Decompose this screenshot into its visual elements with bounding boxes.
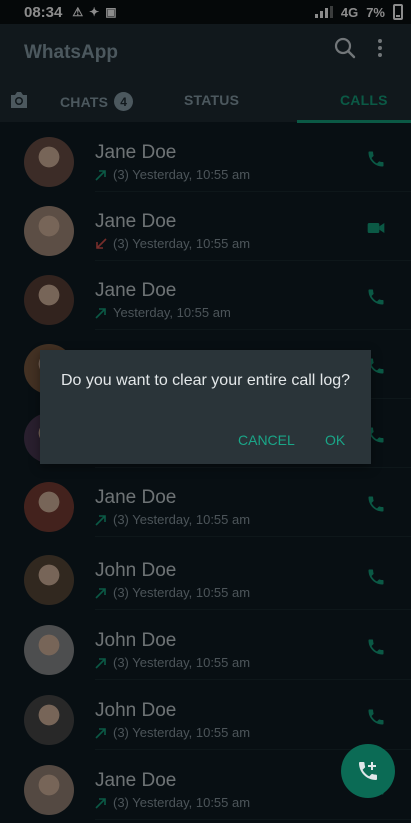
add-call-icon (359, 762, 377, 780)
dialog-message: Do you want to clear your entire call lo… (61, 372, 351, 389)
new-call-button[interactable] (341, 744, 395, 798)
clear-call-log-dialog: Do you want to clear your entire call lo… (40, 350, 371, 464)
ok-button[interactable]: OK (325, 432, 345, 448)
cancel-button[interactable]: CANCEL (238, 432, 295, 448)
